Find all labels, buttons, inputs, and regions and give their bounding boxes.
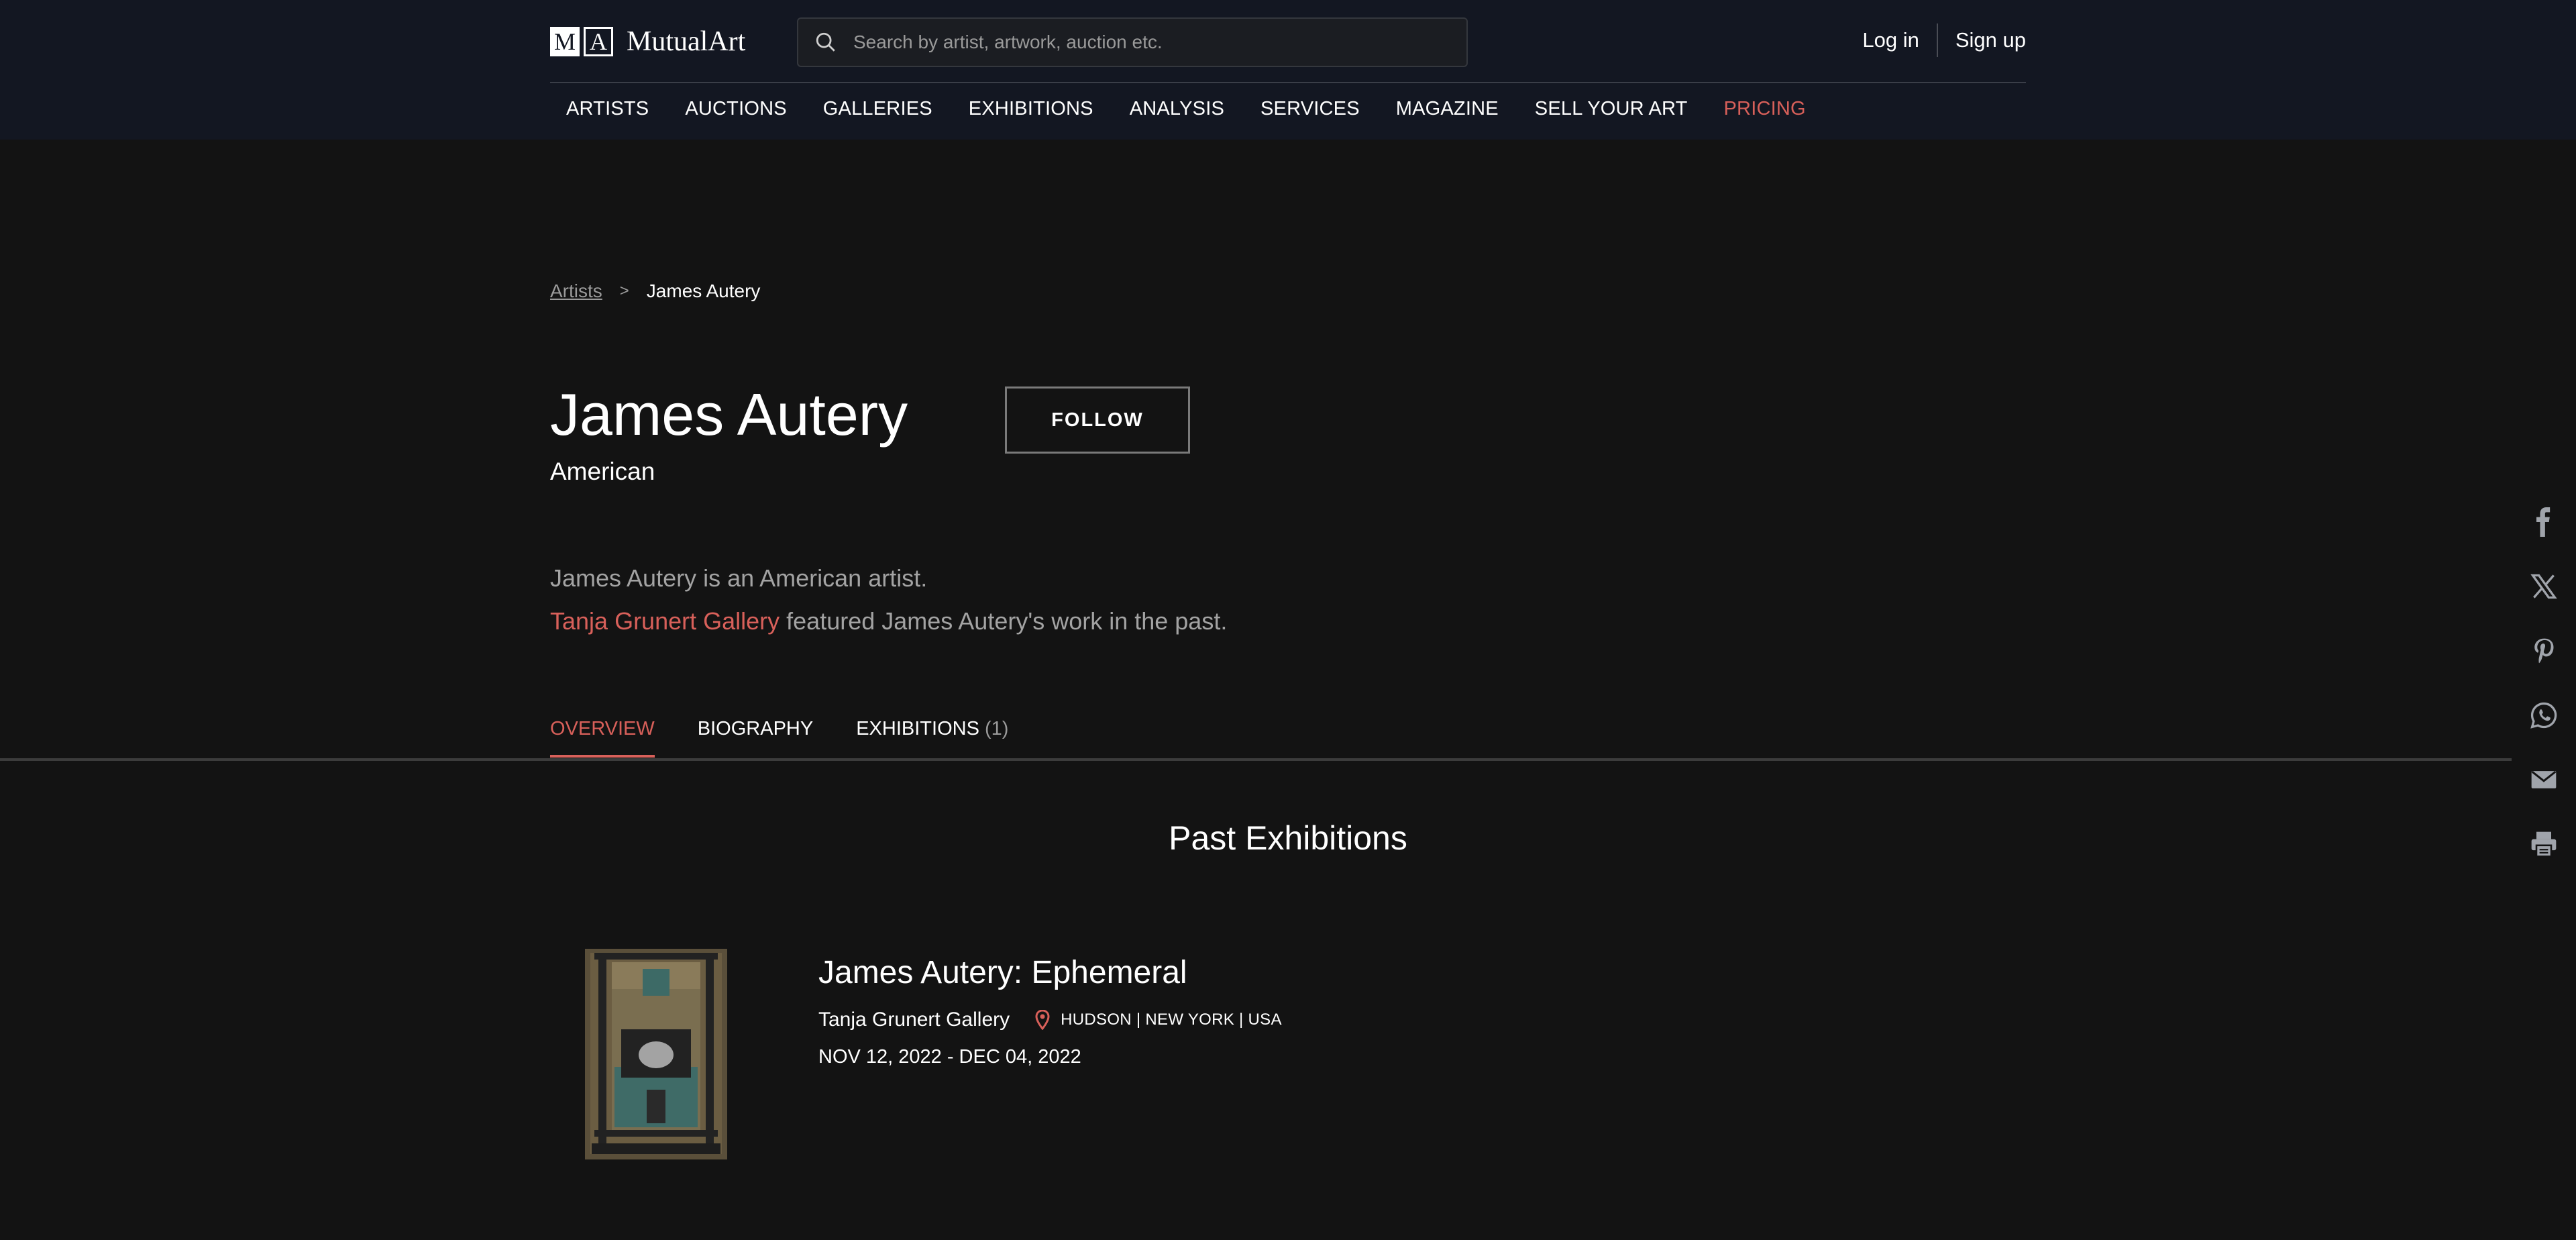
breadcrumb-current: James Autery bbox=[646, 280, 761, 301]
x-icon bbox=[2530, 574, 2557, 599]
follow-button[interactable]: FOLLOW bbox=[1005, 386, 1190, 454]
search-icon bbox=[814, 31, 837, 54]
header-divider bbox=[550, 82, 2026, 83]
facebook-icon bbox=[2536, 507, 2551, 537]
bio-line-2-text: featured James Autery's work in the past… bbox=[780, 607, 1228, 635]
tab-overview[interactable]: OVERVIEW bbox=[550, 718, 655, 758]
email-icon bbox=[2531, 770, 2557, 788]
artist-name: James Autery bbox=[550, 381, 908, 448]
share-whatsapp[interactable] bbox=[2512, 683, 2576, 747]
bio-gallery-link[interactable]: Tanja Grunert Gallery bbox=[550, 607, 780, 635]
signup-link[interactable]: Sign up bbox=[1955, 28, 2026, 52]
share-sidebar bbox=[2512, 490, 2576, 876]
pinterest-icon bbox=[2534, 638, 2554, 664]
artist-bio: James Autery is an American artist. Tanj… bbox=[550, 557, 1227, 643]
print-icon bbox=[2531, 831, 2557, 858]
nav-item-analysis[interactable]: ANALYSIS bbox=[1130, 98, 1224, 120]
share-facebook[interactable] bbox=[2512, 490, 2576, 554]
tabs-divider bbox=[0, 758, 2512, 761]
tab-exhibitions-label: EXHIBITIONS bbox=[856, 718, 979, 739]
share-print[interactable] bbox=[2512, 812, 2576, 876]
exhibition-title[interactable]: James Autery: Ephemeral bbox=[818, 954, 1623, 991]
location-pin-icon bbox=[1035, 1010, 1050, 1030]
site-logo[interactable]: M A MutualArt bbox=[550, 25, 745, 58]
exhibition-thumbnail[interactable] bbox=[585, 949, 727, 1159]
past-exhibitions-title: Past Exhibitions bbox=[1169, 819, 1407, 857]
exhibition-gallery[interactable]: Tanja Grunert Gallery bbox=[818, 1009, 1010, 1031]
exhibition-meta: Tanja Grunert Gallery HUDSON | NEW YORK … bbox=[818, 1009, 1623, 1031]
breadcrumb-separator: > bbox=[619, 282, 629, 300]
bio-line-2: Tanja Grunert Gallery featured James Aut… bbox=[550, 600, 1227, 643]
header-inner: M A MutualArt Log in Sign up ARTISTS AUC… bbox=[550, 0, 2026, 140]
tab-exhibitions[interactable]: EXHIBITIONS (1) bbox=[856, 718, 1008, 758]
auth-divider bbox=[1936, 23, 1938, 57]
tab-exhibitions-count: (1) bbox=[984, 718, 1009, 739]
search-input[interactable] bbox=[852, 31, 1442, 54]
search-bar[interactable] bbox=[797, 17, 1468, 67]
logo-a-box: A bbox=[584, 27, 613, 56]
nav-item-pricing[interactable]: PRICING bbox=[1724, 98, 1806, 120]
logo-m-box: M bbox=[550, 27, 580, 56]
share-email[interactable] bbox=[2512, 747, 2576, 812]
tab-biography[interactable]: BIOGRAPHY bbox=[698, 718, 813, 758]
nav-item-magazine[interactable]: MAGAZINE bbox=[1396, 98, 1499, 120]
breadcrumb: Artists > James Autery bbox=[550, 280, 760, 302]
share-x[interactable] bbox=[2512, 554, 2576, 619]
whatsapp-icon bbox=[2530, 702, 2557, 729]
login-link[interactable]: Log in bbox=[1862, 28, 1919, 52]
artist-nationality: American bbox=[550, 458, 655, 485]
exhibition-artwork-image bbox=[585, 949, 727, 1159]
breadcrumb-artists-link[interactable]: Artists bbox=[550, 280, 602, 302]
auth-links: Log in Sign up bbox=[1862, 23, 2026, 57]
nav-item-galleries[interactable]: GALLERIES bbox=[823, 98, 932, 120]
nav-item-auctions[interactable]: AUCTIONS bbox=[685, 98, 786, 120]
nav-item-exhibitions[interactable]: EXHIBITIONS bbox=[969, 98, 1093, 120]
exhibition-location: HUDSON | NEW YORK | USA bbox=[1061, 1011, 1282, 1029]
artist-tabs: OVERVIEW BIOGRAPHY EXHIBITIONS (1) bbox=[550, 718, 1051, 758]
logo-text: MutualArt bbox=[627, 26, 746, 57]
main-nav: ARTISTS AUCTIONS GALLERIES EXHIBITIONS A… bbox=[566, 98, 1842, 120]
exhibition-dates: NOV 12, 2022 - DEC 04, 2022 bbox=[818, 1046, 1081, 1068]
bio-line-1: James Autery is an American artist. bbox=[550, 564, 928, 592]
nav-item-services[interactable]: SERVICES bbox=[1260, 98, 1360, 120]
exhibition-info: James Autery: Ephemeral Tanja Grunert Ga… bbox=[818, 954, 1623, 1068]
nav-item-sell-your-art[interactable]: SELL YOUR ART bbox=[1535, 98, 1688, 120]
nav-item-artists[interactable]: ARTISTS bbox=[566, 98, 649, 120]
site-header: M A MutualArt Log in Sign up ARTISTS AUC… bbox=[0, 0, 2576, 140]
share-pinterest[interactable] bbox=[2512, 619, 2576, 683]
